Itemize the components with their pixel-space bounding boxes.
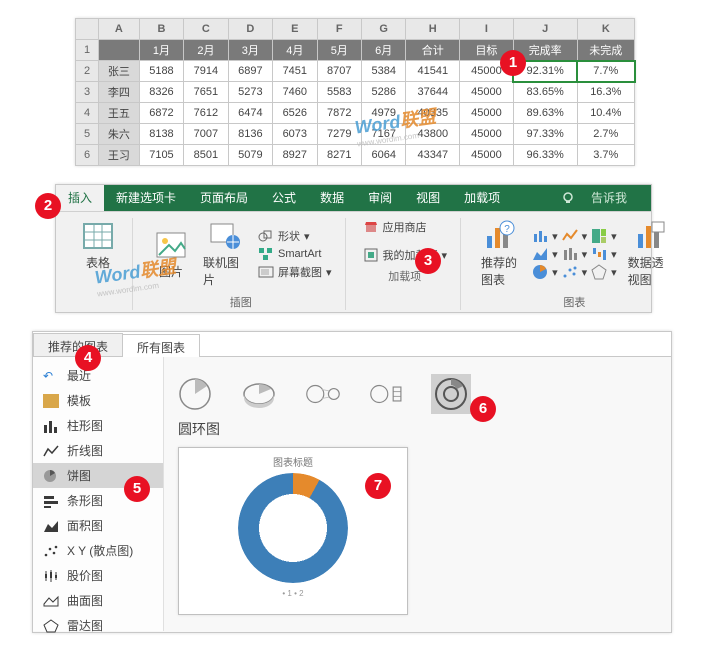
tab-allcharts[interactable]: 所有图表 (122, 334, 200, 357)
table-row: 5朱六813870078136607372797167438004500097.… (76, 124, 635, 145)
scatter-icon (562, 264, 578, 280)
sidebar-item-scatter[interactable]: X Y (散点图) (33, 538, 163, 563)
preview-caption: 图表标题 (179, 454, 407, 469)
bar-icon (43, 494, 59, 508)
table-row: 3李四832676515273746055835286376444500083.… (76, 82, 635, 103)
sidebar-item-recent[interactable]: ↶最近 (33, 363, 163, 388)
tab-formula[interactable]: 公式 (260, 185, 308, 211)
recent-icon: ↶ (43, 369, 59, 383)
table-row: 4王五687276126474652678724979403354500089.… (76, 103, 635, 124)
table-button[interactable]: 表格 (74, 218, 122, 273)
pie-chart-button[interactable]: ▾ ▾ ▾ (529, 263, 620, 281)
line-chart-button[interactable]: ▾ ▾ ▾ (529, 245, 620, 263)
sidebar-item-surface[interactable]: 曲面图 (33, 588, 163, 613)
sidebar-item-column[interactable]: 柱形图 (33, 413, 163, 438)
sidebar-item-template[interactable]: 模板 (33, 388, 163, 413)
treemap-icon (591, 228, 607, 244)
column-icon (43, 419, 59, 433)
radar-icon (591, 264, 607, 280)
folder-icon (43, 394, 59, 408)
area-icon (532, 246, 548, 262)
onlinepic-button[interactable]: 联机图片 (201, 218, 249, 290)
smartart-button[interactable]: SmartArt (255, 245, 335, 263)
tab-insert[interactable]: 插入 (56, 185, 104, 211)
tab-review[interactable]: 审阅 (356, 185, 404, 211)
stat-icon (562, 246, 578, 262)
barchart-icon: ? (483, 220, 515, 252)
stock-icon (43, 569, 59, 583)
scatter2-icon (43, 544, 59, 558)
col-icon (532, 228, 548, 244)
ribbon: 插入 新建选项卡 页面布局 公式 数据 审阅 视图 加载项 告诉我 表格 图片 … (55, 184, 652, 313)
doughnut-subtype[interactable] (431, 374, 471, 414)
shapes-button[interactable]: 形状 ▾ (255, 227, 335, 245)
area2-icon (43, 519, 59, 533)
sidebar-item-stock[interactable]: 股价图 (33, 563, 163, 588)
table-icon (82, 220, 114, 252)
picture-icon (155, 229, 187, 261)
chart-preview[interactable]: 图表标题 • 1 • 2 (178, 447, 408, 615)
tell-me[interactable]: 告诉我 (549, 185, 651, 211)
badge-2: 2 (35, 193, 61, 219)
pivot-icon (634, 220, 666, 252)
badge-1: 1 (500, 50, 526, 76)
badge-4: 4 (75, 345, 101, 371)
donut-chart (238, 473, 348, 583)
recommended-chart-button[interactable]: ?推荐的 图表 (475, 218, 523, 290)
bulb-icon (561, 191, 575, 205)
table-row: 2张三518879146897745187075384415414500092.… (76, 61, 635, 82)
preview-legend: • 1 • 2 (179, 589, 407, 598)
tab-newtab[interactable]: 新建选项卡 (104, 185, 188, 211)
pie-subtype[interactable] (178, 377, 212, 411)
radar2-icon (43, 619, 59, 633)
tab-view[interactable]: 视图 (404, 185, 452, 211)
tab-layout[interactable]: 页面布局 (188, 185, 260, 211)
badge-3: 3 (415, 248, 441, 274)
screenshot-button[interactable]: 屏幕截图 ▾ (255, 263, 335, 281)
badge-5: 5 (124, 476, 150, 502)
pieofpie-subtype[interactable] (306, 377, 340, 411)
smartart-icon (258, 246, 274, 262)
sidebar-item-area[interactable]: 面积图 (33, 513, 163, 538)
subtype-title: 圆环图 (178, 419, 671, 439)
tab-data[interactable]: 数据 (308, 185, 356, 211)
screenshot-icon (258, 264, 274, 280)
line-icon (562, 228, 578, 244)
col-chart-button[interactable]: ▾ ▾ ▾ (529, 227, 620, 245)
picture-button[interactable]: 图片 (147, 227, 195, 282)
line-icon (43, 444, 59, 458)
badge-6: 6 (470, 396, 496, 422)
tab-addin[interactable]: 加载项 (452, 185, 512, 211)
addin-icon (363, 247, 379, 263)
store-button[interactable]: 应用商店 (360, 218, 451, 236)
sidebar-item-line[interactable]: 折线图 (33, 438, 163, 463)
store-icon (363, 219, 379, 235)
surface-icon (43, 594, 59, 608)
sidebar-item-radar[interactable]: 雷达图 (33, 613, 163, 638)
pie3d-subtype[interactable] (242, 377, 276, 411)
pivotchart-button[interactable]: 数据透视图 (626, 218, 674, 290)
waterfall-icon (591, 246, 607, 262)
shapes-icon (258, 228, 274, 244)
barofpie-subtype[interactable] (370, 377, 404, 411)
svg-text:?: ? (504, 224, 510, 235)
data-grid[interactable]: ABCDEFGHIJK 1 1月2月3月4月5月6月合计目标完成率未完成 2张三… (75, 18, 635, 166)
table-row: 6王习710585015079892782716064433474500096.… (76, 145, 635, 166)
pie-icon (532, 264, 548, 280)
badge-7: 7 (365, 473, 391, 499)
pie2-icon (43, 469, 59, 483)
onlinepic-icon (209, 220, 241, 252)
